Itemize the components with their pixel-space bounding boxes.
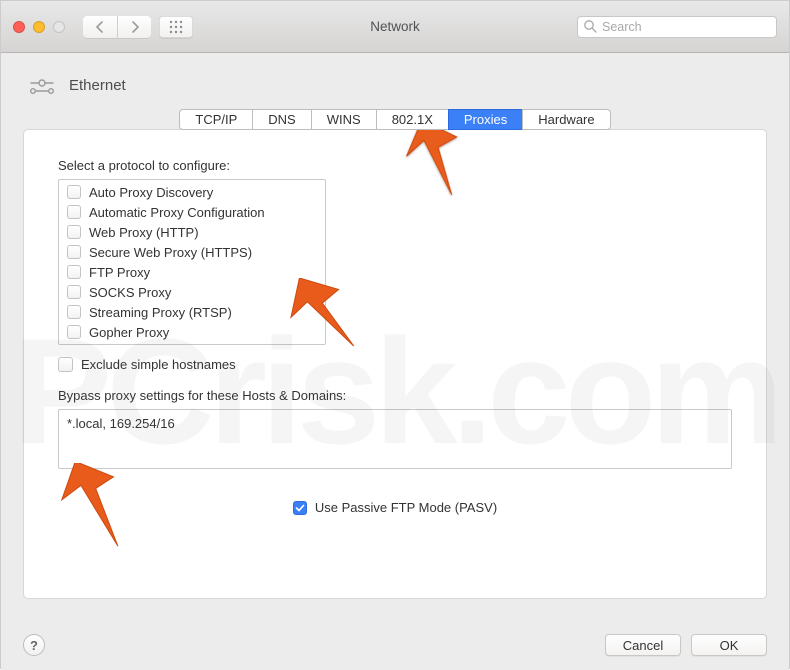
tab-wins[interactable]: WINS bbox=[311, 109, 376, 130]
protocol-label: Secure Web Proxy (HTTPS) bbox=[89, 245, 252, 260]
window-toolbar: Network bbox=[1, 1, 789, 53]
protocol-row[interactable]: SOCKS Proxy bbox=[59, 282, 325, 302]
toolbar-search bbox=[577, 16, 777, 38]
passive-ftp-label: Use Passive FTP Mode (PASV) bbox=[315, 500, 497, 515]
protocol-label: FTP Proxy bbox=[89, 265, 150, 280]
protocol-select-label: Select a protocol to configure: bbox=[58, 158, 732, 173]
protocol-label: Web Proxy (HTTP) bbox=[89, 225, 199, 240]
protocol-label: Auto Proxy Discovery bbox=[89, 185, 213, 200]
protocol-row[interactable]: Automatic Proxy Configuration bbox=[59, 202, 325, 222]
bypass-label: Bypass proxy settings for these Hosts & … bbox=[58, 388, 732, 403]
settings-tabbar: TCP/IPDNSWINS802.1XProxiesHardware bbox=[23, 109, 767, 130]
ok-button[interactable]: OK bbox=[691, 634, 767, 656]
bypass-hosts-field[interactable] bbox=[58, 409, 732, 469]
protocol-label: Streaming Proxy (RTSP) bbox=[89, 305, 232, 320]
back-button[interactable] bbox=[83, 16, 117, 38]
checkbox-icon bbox=[67, 225, 81, 239]
exclude-simple-hostnames[interactable]: Exclude simple hostnames bbox=[58, 357, 732, 372]
tab-proxies[interactable]: Proxies bbox=[448, 109, 522, 130]
cancel-button[interactable]: Cancel bbox=[605, 634, 681, 656]
protocol-label: SOCKS Proxy bbox=[89, 285, 171, 300]
close-window-button[interactable] bbox=[13, 21, 25, 33]
checkbox-icon bbox=[58, 357, 73, 372]
checkbox-icon bbox=[67, 285, 81, 299]
chevron-left-icon bbox=[95, 21, 105, 33]
protocol-row[interactable]: Auto Proxy Discovery bbox=[59, 182, 325, 202]
help-button[interactable]: ? bbox=[23, 634, 45, 656]
dialog-bottom-bar: ? Cancel OK bbox=[23, 634, 767, 656]
zoom-window-button[interactable] bbox=[53, 21, 65, 33]
tab-hardware[interactable]: Hardware bbox=[522, 109, 610, 130]
protocol-label: Gopher Proxy bbox=[89, 325, 169, 340]
checkbox-icon bbox=[67, 305, 81, 319]
search-icon bbox=[583, 19, 597, 36]
passive-ftp-row[interactable]: Use Passive FTP Mode (PASV) bbox=[58, 500, 732, 515]
protocol-row[interactable]: Streaming Proxy (RTSP) bbox=[59, 302, 325, 322]
checkbox-icon bbox=[67, 325, 81, 339]
checkbox-icon bbox=[67, 245, 81, 259]
tab-dns[interactable]: DNS bbox=[252, 109, 310, 130]
protocol-label: Automatic Proxy Configuration bbox=[89, 205, 265, 220]
checkbox-icon bbox=[67, 205, 81, 219]
minimize-window-button[interactable] bbox=[33, 21, 45, 33]
protocol-row[interactable]: Secure Web Proxy (HTTPS) bbox=[59, 242, 325, 262]
search-input[interactable] bbox=[577, 16, 777, 38]
protocol-list[interactable]: Auto Proxy Discovery Automatic Proxy Conf… bbox=[58, 179, 326, 345]
protocol-row[interactable]: Web Proxy (HTTP) bbox=[59, 222, 325, 242]
interface-name: Ethernet bbox=[69, 77, 126, 94]
tab-tcpip[interactable]: TCP/IP bbox=[179, 109, 252, 130]
grid-icon bbox=[169, 20, 183, 34]
checkbox-icon bbox=[67, 265, 81, 279]
nav-back-forward bbox=[83, 16, 151, 38]
show-all-button[interactable] bbox=[159, 16, 193, 38]
checkbox-icon bbox=[67, 185, 81, 199]
chevron-right-icon bbox=[130, 21, 140, 33]
tab-8021x[interactable]: 802.1X bbox=[376, 109, 448, 130]
exclude-simple-label: Exclude simple hostnames bbox=[81, 357, 236, 372]
protocol-row[interactable]: FTP Proxy bbox=[59, 262, 325, 282]
ethernet-icon bbox=[27, 73, 57, 97]
protocol-row[interactable]: Gopher Proxy bbox=[59, 322, 325, 342]
window-traffic-lights bbox=[13, 21, 65, 33]
preferences-content: Ethernet TCP/IPDNSWINS802.1XProxiesHardw… bbox=[1, 53, 789, 670]
pane-header: Ethernet bbox=[27, 73, 767, 97]
proxies-sheet: Select a protocol to configure: Auto Pro… bbox=[23, 129, 767, 599]
forward-button[interactable] bbox=[117, 16, 151, 38]
checkbox-icon bbox=[293, 501, 307, 515]
